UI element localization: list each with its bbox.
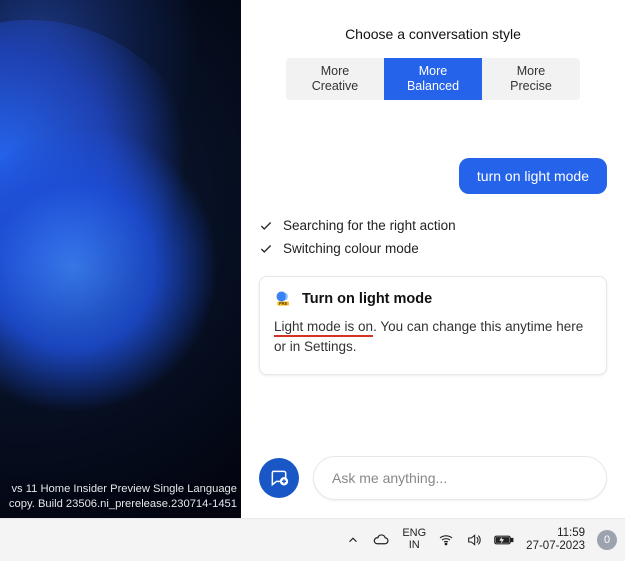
style-more-precise[interactable]: More Precise	[482, 58, 580, 100]
style-label: Precise	[510, 79, 552, 94]
style-label: More	[517, 64, 545, 79]
ask-input[interactable]	[313, 456, 607, 500]
volume-tray[interactable]	[466, 532, 482, 548]
style-label: Balanced	[407, 79, 459, 94]
watermark-line2: copy. Build 23506.ni_prerelease.230714-1…	[9, 497, 237, 512]
lang-bottom: IN	[409, 540, 420, 552]
battery-icon	[494, 533, 514, 547]
windows-watermark: vs 11 Home Insider Preview Single Langua…	[9, 482, 237, 512]
check-icon	[259, 219, 273, 233]
check-icon	[259, 242, 273, 256]
language-indicator[interactable]: ENG IN	[402, 528, 426, 551]
style-label: More	[321, 64, 349, 79]
watermark-line1: vs 11 Home Insider Preview Single Langua…	[9, 482, 237, 497]
progress-item: Searching for the right action	[259, 218, 456, 233]
progress-list: Searching for the right action Switching…	[259, 218, 456, 264]
chat-body: turn on light mode Searching for the rig…	[241, 100, 625, 518]
tray-overflow-button[interactable]	[346, 533, 360, 547]
progress-item: Switching colour mode	[259, 241, 456, 256]
new-topic-button[interactable]	[259, 458, 299, 498]
desktop-wallpaper: vs 11 Home Insider Preview Single Langua…	[0, 0, 241, 518]
user-message-text: turn on light mode	[477, 168, 589, 184]
taskbar: ENG IN 11:59 27-07-2023 0	[0, 518, 625, 561]
conversation-style-group: More Creative More Balanced More Precise	[241, 58, 625, 100]
cloud-icon	[372, 531, 390, 549]
battery-tray[interactable]	[494, 533, 514, 547]
notification-count: 0	[604, 534, 610, 546]
progress-text: Searching for the right action	[283, 218, 456, 233]
copilot-panel: Choose a conversation style More Creativ…	[241, 0, 625, 518]
card-body: Light mode is on. You can change this an…	[274, 317, 592, 358]
response-card: PRE Turn on light mode Light mode is on.…	[259, 276, 607, 375]
user-message: turn on light mode	[459, 158, 607, 194]
card-title: Turn on light mode	[302, 291, 432, 307]
card-emphasis: Light mode is on	[274, 319, 373, 337]
svg-text:PRE: PRE	[279, 301, 288, 306]
chevron-up-icon	[346, 533, 360, 547]
notification-badge[interactable]: 0	[597, 530, 617, 550]
time-text: 11:59	[557, 527, 585, 540]
composer	[259, 456, 607, 500]
style-label: Creative	[312, 79, 359, 94]
wifi-tray[interactable]	[438, 532, 454, 548]
progress-text: Switching colour mode	[283, 241, 419, 256]
panel-title: Choose a conversation style	[241, 0, 625, 42]
clock-tray[interactable]: 11:59 27-07-2023	[526, 527, 585, 553]
wifi-icon	[438, 532, 454, 548]
settings-preview-icon: PRE	[274, 289, 294, 309]
style-label: More	[419, 64, 447, 79]
onedrive-tray[interactable]	[372, 531, 390, 549]
speaker-icon	[466, 532, 482, 548]
style-more-balanced[interactable]: More Balanced	[384, 58, 482, 100]
chat-plus-icon	[269, 468, 289, 488]
date-text: 27-07-2023	[526, 540, 585, 553]
style-more-creative[interactable]: More Creative	[286, 58, 384, 100]
